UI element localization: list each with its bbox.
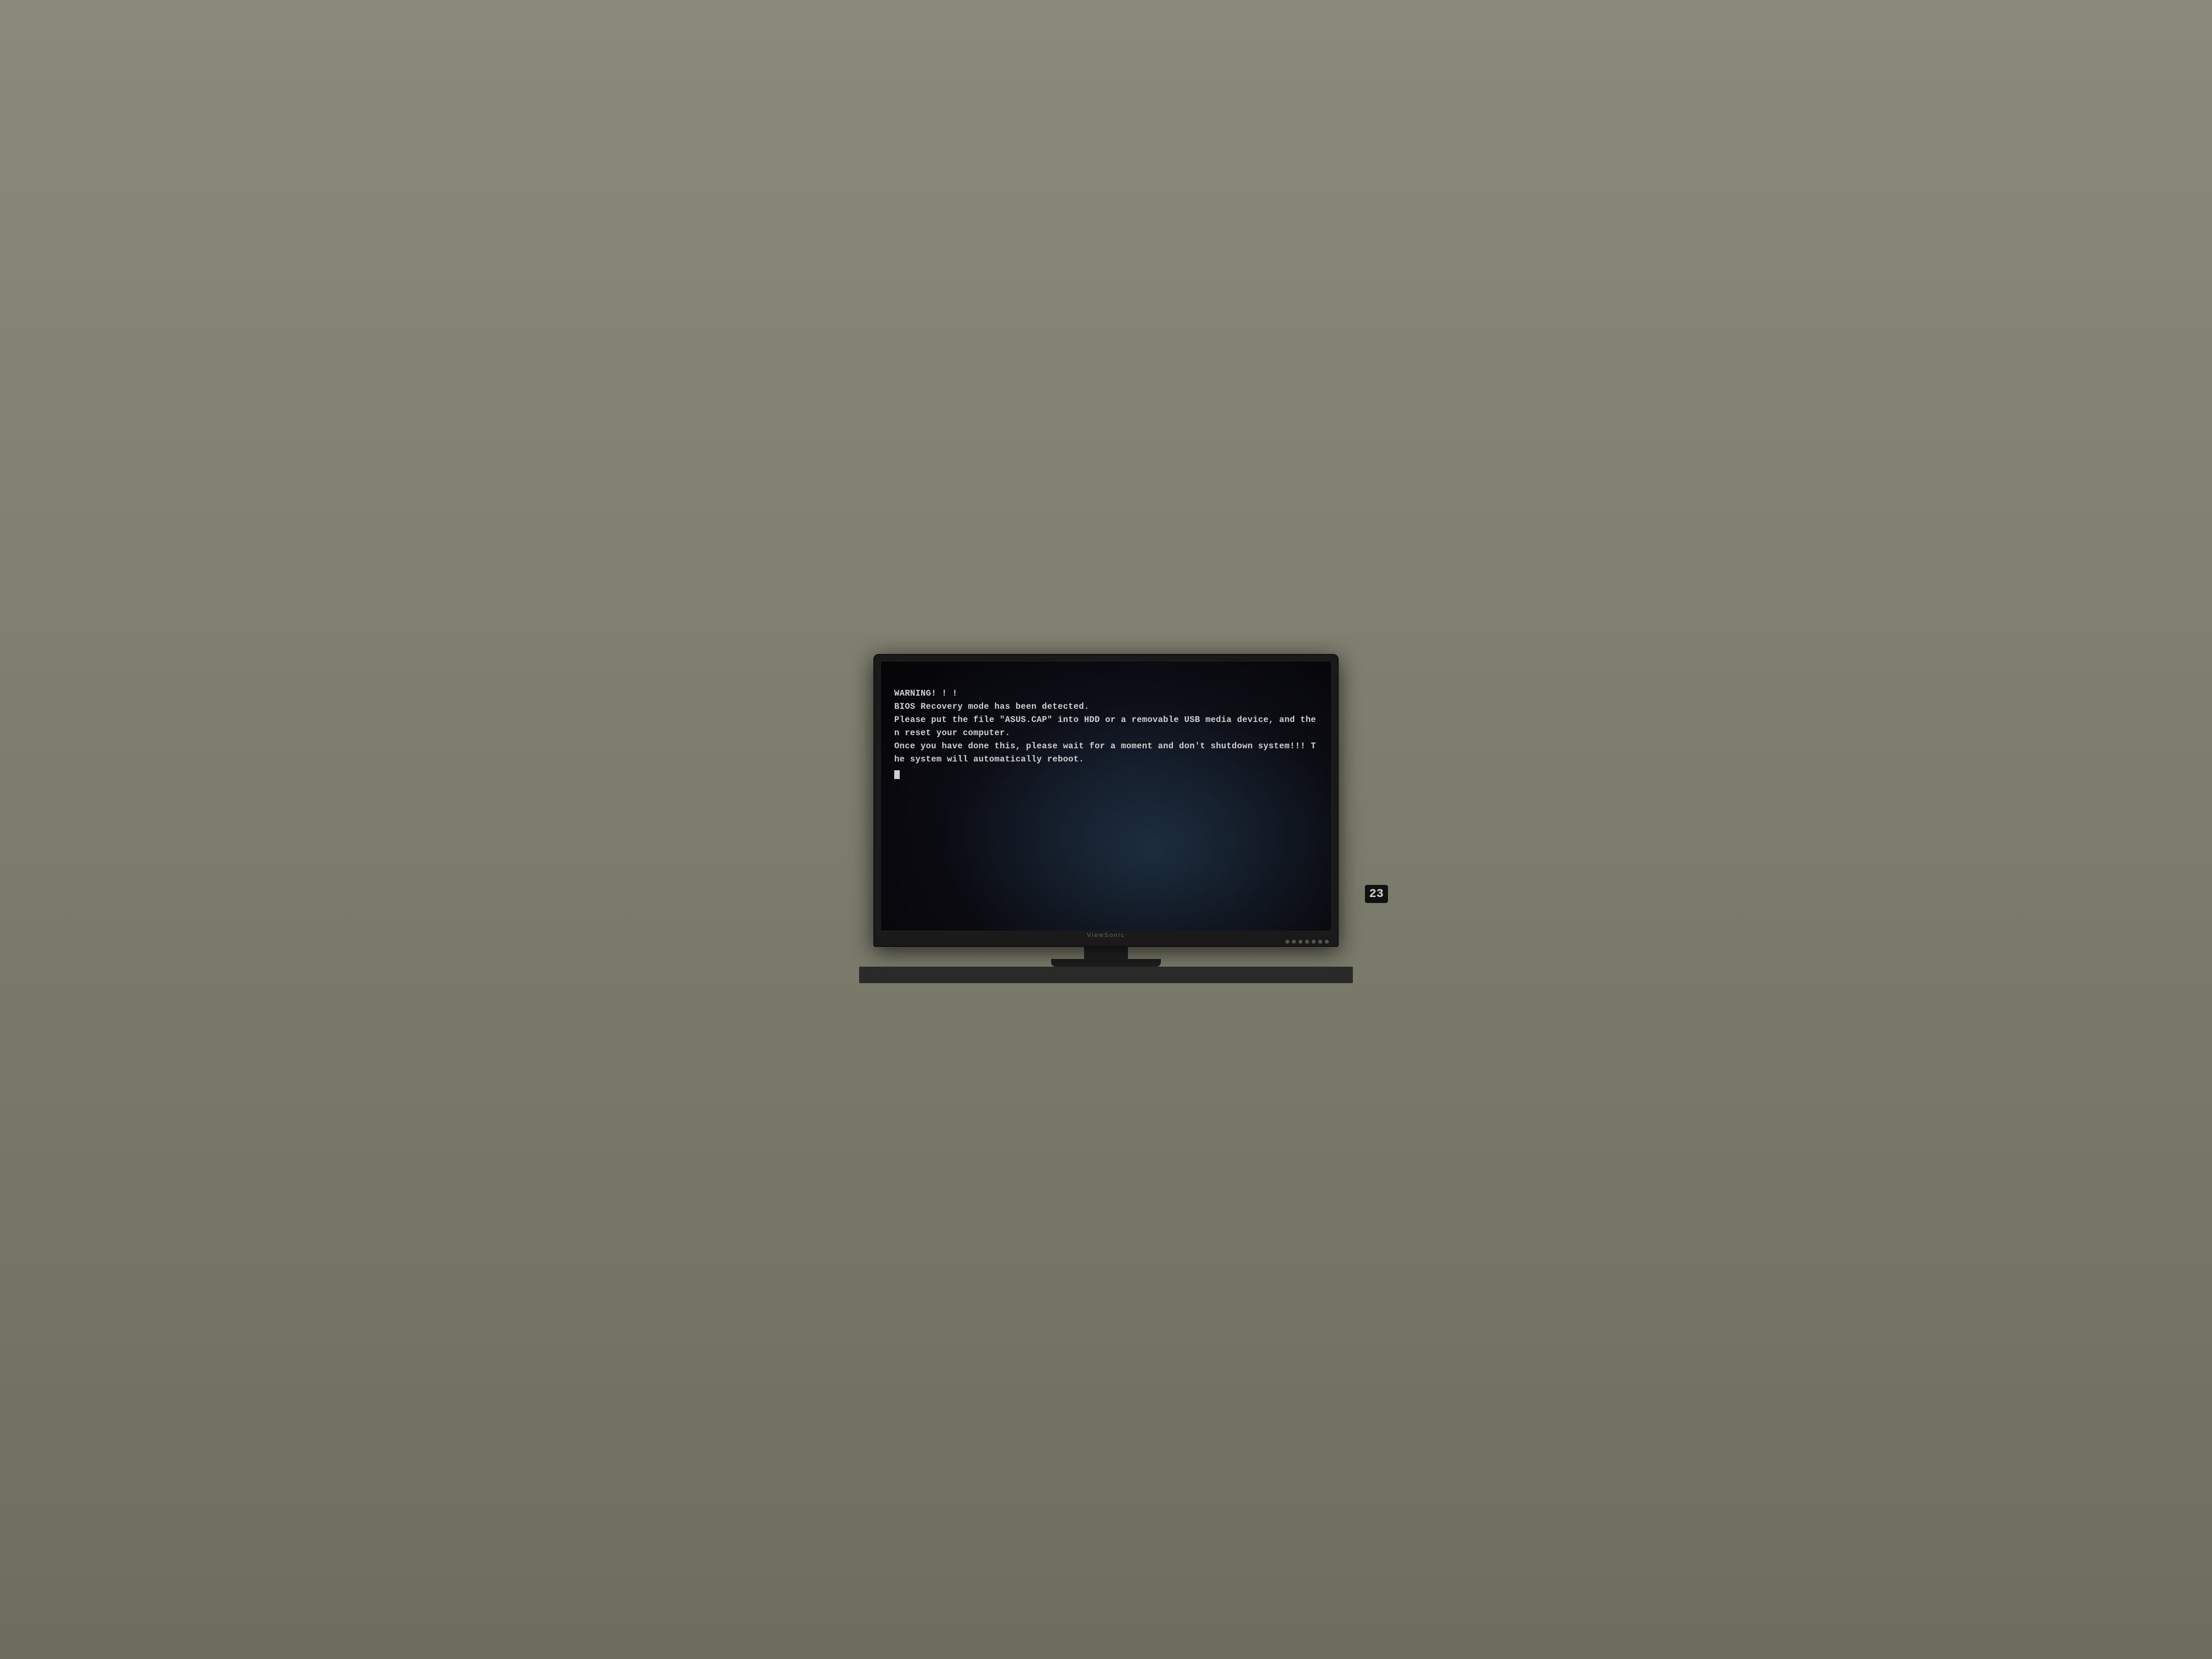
monitor-controls	[1285, 940, 1329, 944]
clock-display: 23	[1365, 885, 1388, 903]
bios-output-text: WARNING! ! ! BIOS Recovery mode has been…	[894, 674, 1318, 792]
monitor-brand-label: ViewSonic	[1087, 932, 1125, 939]
monitor-outer-bezel: WARNING! ! ! BIOS Recovery mode has been…	[873, 654, 1339, 947]
monitor-stand-base	[1051, 959, 1161, 967]
control-dot-6[interactable]	[1318, 940, 1322, 944]
bios-line-detected: BIOS Recovery mode has been detected.	[894, 702, 1090, 712]
control-dot-5[interactable]	[1312, 940, 1316, 944]
monitor-stand-neck	[1084, 947, 1128, 959]
bios-line-instruction1: Please put the file "ASUS.CAP" into HDD …	[894, 715, 1316, 725]
control-dot-1[interactable]	[1285, 940, 1289, 944]
desk-surface	[859, 967, 1353, 983]
bios-cursor	[894, 770, 900, 779]
monitor-bottom-bar: ViewSonic	[881, 930, 1331, 940]
control-dot-3[interactable]	[1299, 940, 1302, 944]
control-dot-7[interactable]	[1325, 940, 1329, 944]
monitor-wrapper: WARNING! ! ! BIOS Recovery mode has been…	[859, 654, 1353, 983]
control-dot-2[interactable]	[1292, 940, 1296, 944]
bios-line-wait2: he system will automatically reboot.	[894, 754, 1084, 764]
control-dot-4[interactable]	[1305, 940, 1309, 944]
bios-line-wait1: Once you have done this, please wait for…	[894, 741, 1316, 751]
bios-line-warning: WARNING! ! !	[894, 689, 957, 698]
monitor-screen: WARNING! ! ! BIOS Recovery mode has been…	[881, 662, 1331, 930]
bios-line-instruction2: n reset your computer.	[894, 728, 1010, 738]
